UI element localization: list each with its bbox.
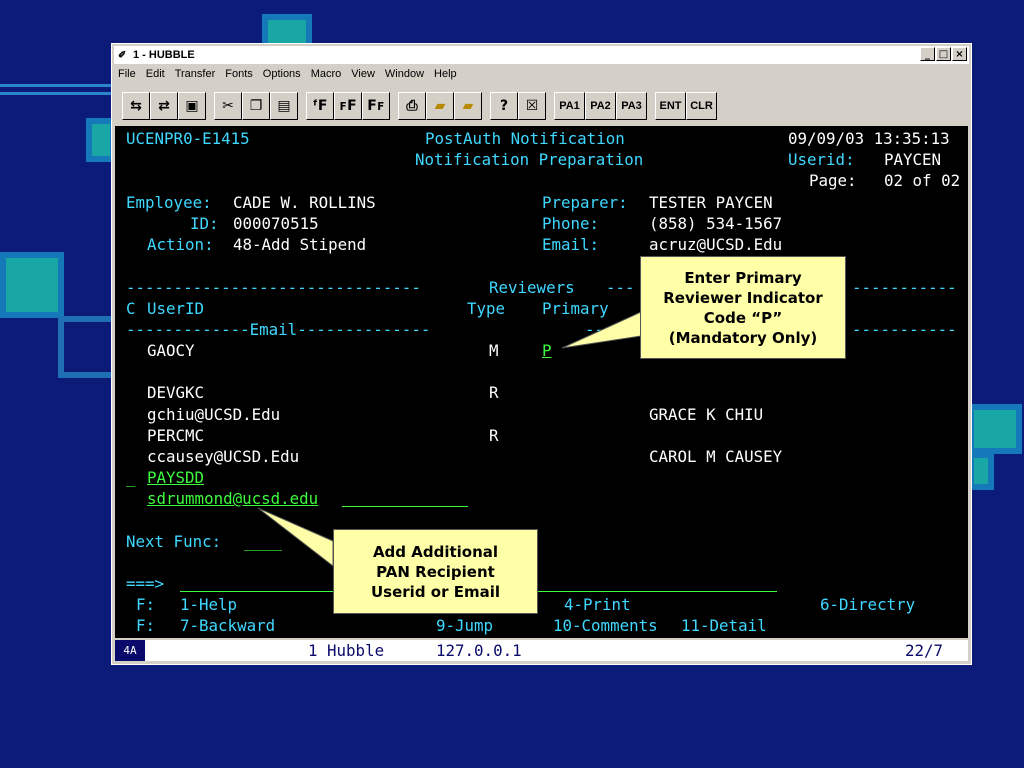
callout-line: Add Additional xyxy=(372,542,499,561)
callout-line: (Mandatory Only) xyxy=(668,328,818,347)
callout-line: Userid or Email xyxy=(371,582,500,601)
callout-line: PAN Recipient xyxy=(376,562,495,581)
callout-add-recipient: Add Additional PAN Recipient Userid or E… xyxy=(333,529,538,614)
callout-pointers xyxy=(257,311,642,568)
callout-line: Code “P” xyxy=(703,308,783,327)
callout-primary-indicator: Enter Primary Reviewer Indicator Code “P… xyxy=(640,256,846,359)
callout-line: Enter Primary xyxy=(684,268,802,287)
callout-line: Reviewer Indicator xyxy=(663,288,823,307)
